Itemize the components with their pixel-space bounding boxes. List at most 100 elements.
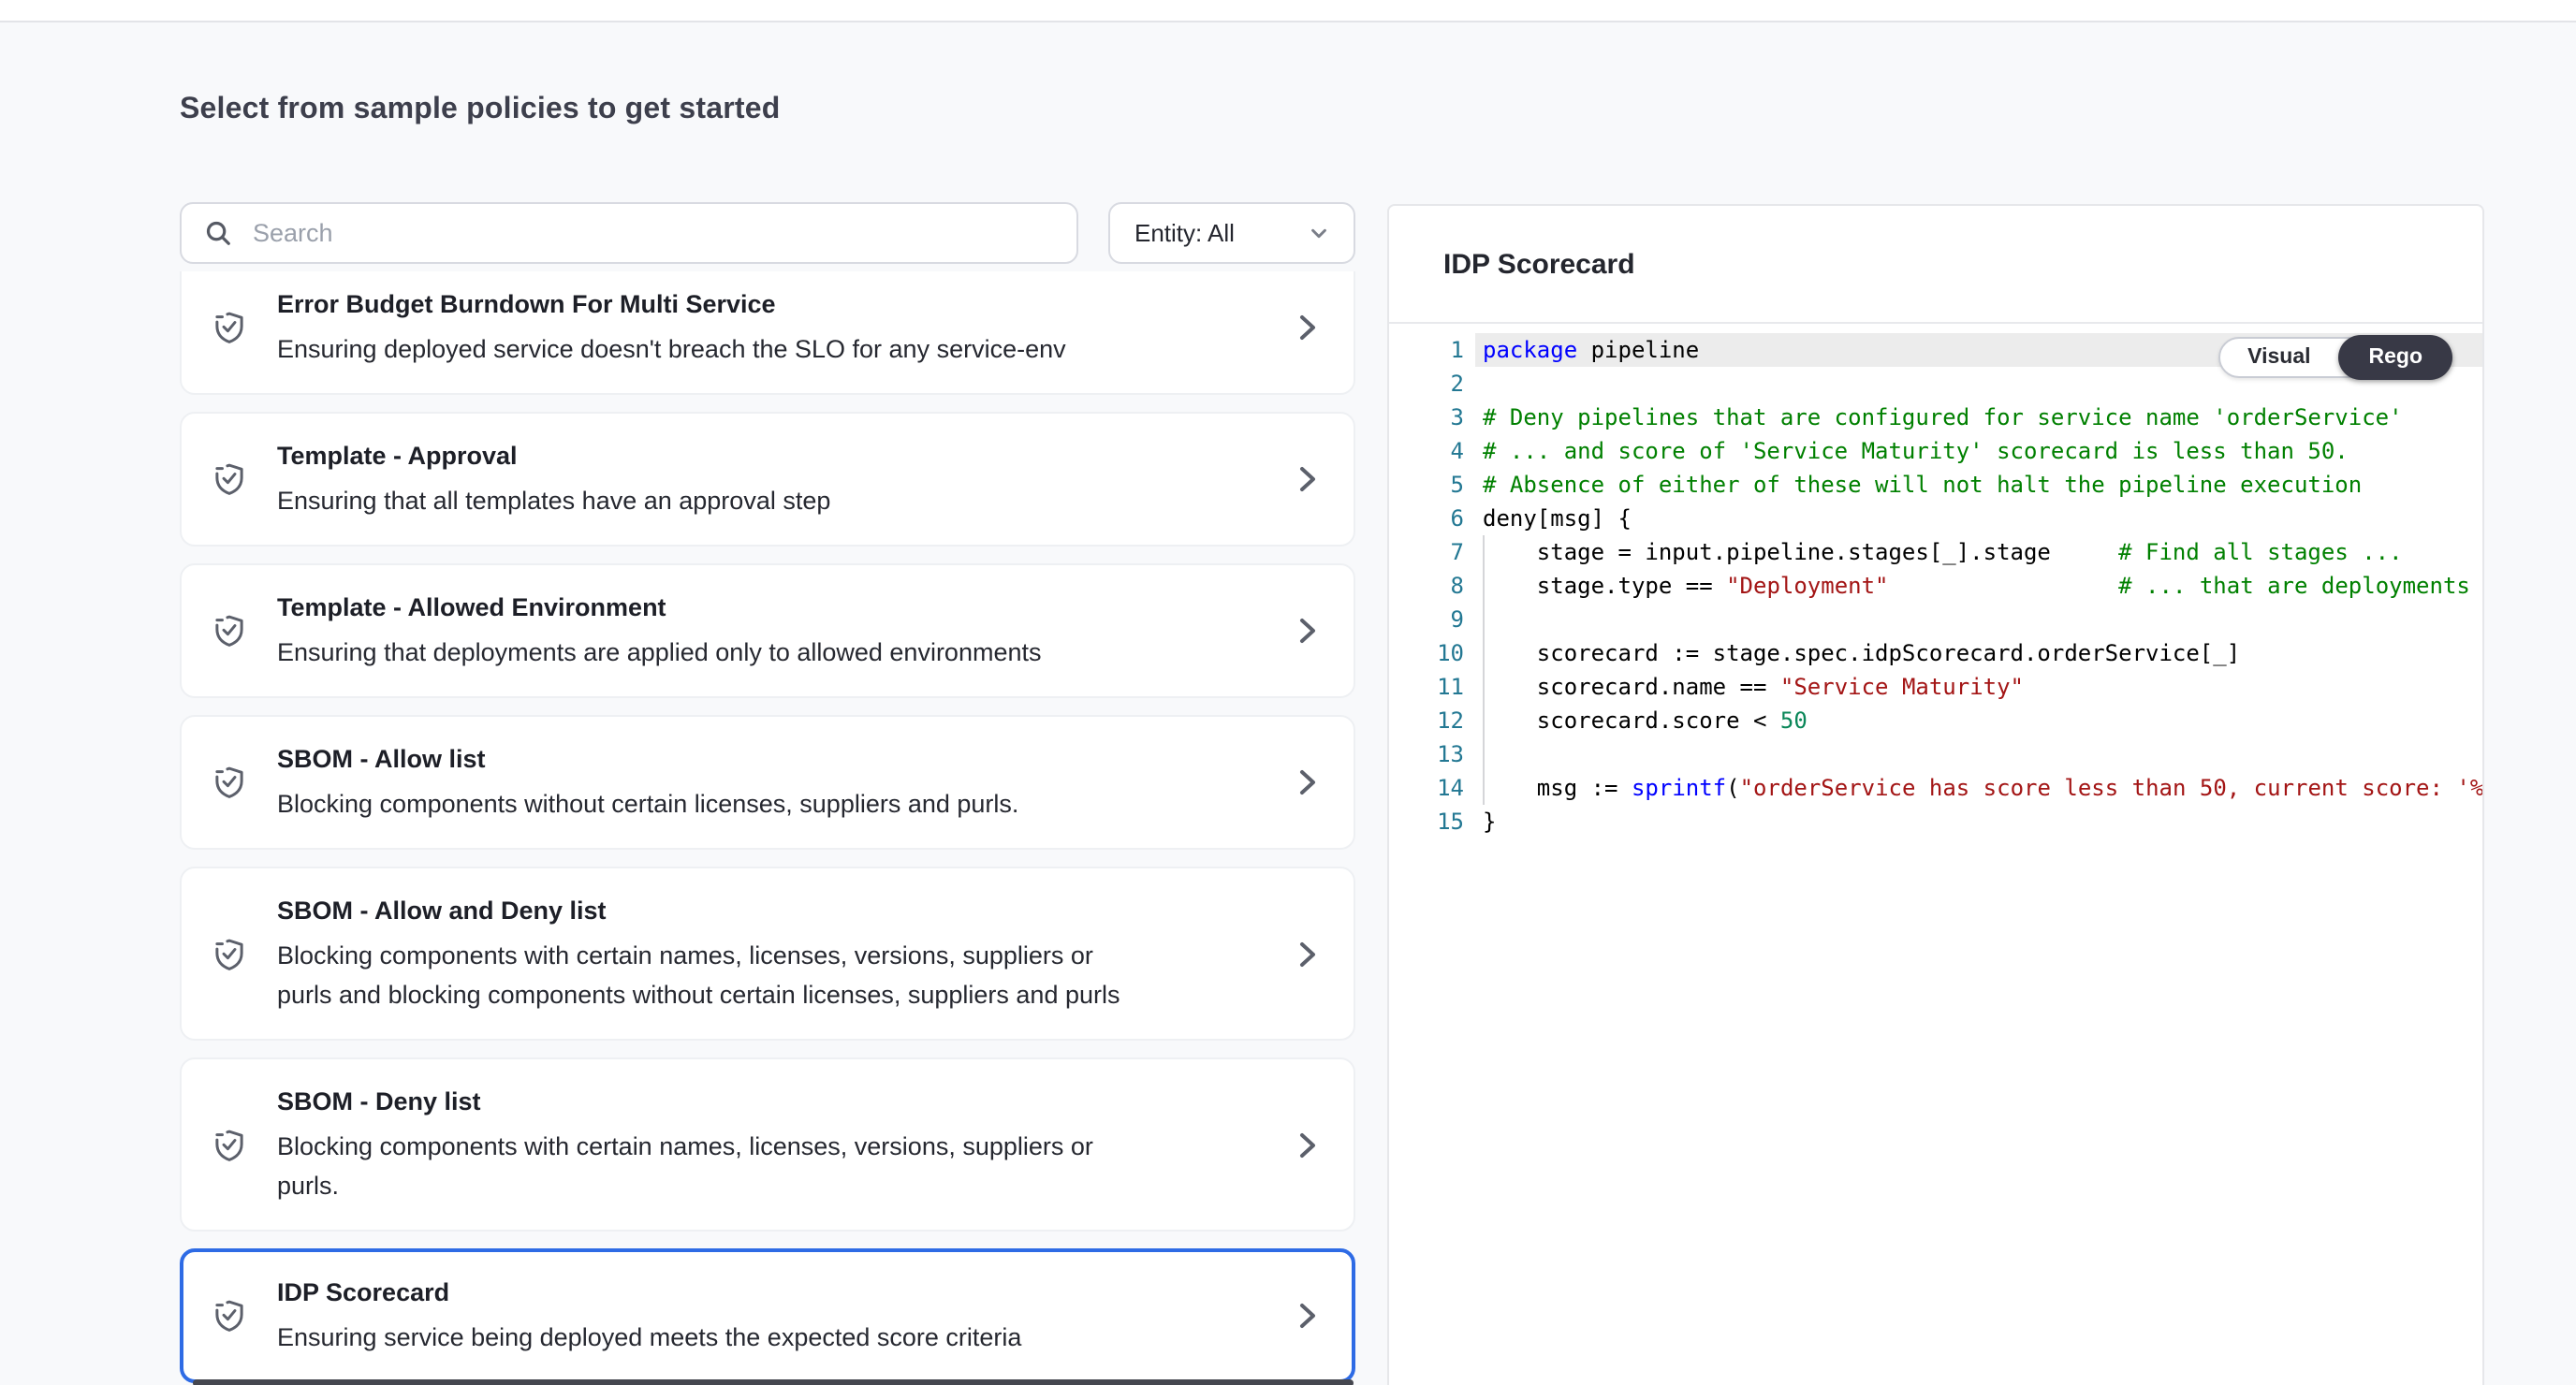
policy-preview-panel: IDP Scorecard Visual Rego 12345678910111… [1387, 204, 2484, 1385]
policy-title: IDP Scorecard [277, 1275, 1021, 1312]
policy-description: Ensuring service being deployed meets th… [277, 1318, 1021, 1357]
policy-description: Ensuring that deployments are applied on… [277, 633, 1042, 672]
search-box [180, 202, 1078, 264]
policy-description: Blocking components with certain names, … [277, 936, 1120, 1014]
code-token: "Service Maturity" [1780, 674, 2024, 700]
policy-description: Ensuring deployed service doesn't breach… [277, 329, 1066, 369]
code-token: # ... that are deployments [2118, 573, 2470, 599]
code-token: "Deployment" [1726, 573, 1888, 599]
policy-title: SBOM - Deny list [277, 1084, 1093, 1121]
code-line[interactable]: } [1483, 805, 2482, 838]
code-token: # Find all stages ... [2118, 539, 2402, 565]
code-token: package [1483, 337, 1577, 363]
code-line[interactable]: stage = input.pipeline.stages[_].stage #… [1483, 535, 2482, 569]
line-number: 9 [1389, 603, 1464, 636]
chevron-right-icon[interactable] [1271, 939, 1320, 969]
code-token: scorecard.name == [1483, 674, 1780, 700]
policy-title: SBOM - Allow and Deny list [277, 893, 1120, 930]
code-token: scorecard.score < [1483, 707, 1780, 734]
line-number: 15 [1389, 805, 1464, 838]
shield-check-icon [210, 933, 249, 974]
code-line[interactable]: deny[msg] { [1483, 502, 2482, 535]
shield-check-icon [210, 1124, 249, 1165]
toggle-visual-button[interactable]: Visual [2219, 346, 2338, 369]
chevron-right-icon[interactable] [1271, 464, 1320, 494]
line-number: 13 [1389, 737, 1464, 771]
code-line[interactable]: stage.type == "Deployment" # ... that ar… [1483, 569, 2482, 603]
line-number: 4 [1389, 434, 1464, 468]
policy-card-text: IDP Scorecard Ensuring service being dep… [277, 1275, 1021, 1357]
code-line[interactable] [1483, 603, 2482, 636]
line-number: 7 [1389, 535, 1464, 569]
code-token: # ... and score of 'Service Maturity' sc… [1483, 438, 2349, 464]
shield-check-icon [210, 610, 249, 651]
code-token: scorecard := stage.spec.idpScorecard.ord… [1483, 640, 2240, 666]
code-token: deny[msg] { [1483, 505, 1632, 532]
policy-title: SBOM - Allow list [277, 741, 1018, 779]
policy-card-text: Template - Approval Ensuring that all te… [277, 438, 830, 520]
code-token [1889, 573, 2119, 599]
shield-check-icon [210, 1295, 249, 1336]
entity-filter-dropdown[interactable]: Entity: All [1108, 202, 1355, 264]
line-number: 5 [1389, 468, 1464, 502]
code-token: msg := [1483, 775, 1632, 801]
line-number: 6 [1389, 502, 1464, 535]
code-lines: package pipeline # Deny pipelines that ar… [1483, 333, 2482, 838]
code-line[interactable]: # Deny pipelines that are configured for… [1483, 401, 2482, 434]
chevron-right-icon[interactable] [1271, 313, 1320, 343]
line-number: 14 [1389, 771, 1464, 805]
policy-list: Error Budget Burndown For Multi Service … [180, 271, 1355, 1385]
policy-card[interactable]: IDP Scorecard Ensuring service being dep… [180, 1248, 1355, 1383]
toggle-rego-button[interactable]: Rego [2339, 335, 2453, 380]
code-view-toggle: Visual Rego [2217, 337, 2452, 378]
code-line[interactable]: scorecard.name == "Service Maturity" [1483, 670, 2482, 704]
code-line[interactable]: msg := sprintf("orderService has score l… [1483, 771, 2482, 805]
code-token: sprintf [1632, 775, 1726, 801]
line-number: 1 [1389, 333, 1464, 367]
list-scrollbar-thumb[interactable] [193, 1379, 1354, 1385]
policy-card-text: SBOM - Allow list Blocking components wi… [277, 741, 1018, 824]
policy-card[interactable]: SBOM - Allow list Blocking components wi… [180, 715, 1355, 850]
chevron-right-icon[interactable] [1271, 767, 1320, 797]
chevron-right-icon[interactable] [1271, 1301, 1320, 1331]
search-input[interactable] [249, 217, 1054, 249]
code-token: 50 [1780, 707, 1808, 734]
entity-filter-label: Entity: All [1134, 219, 1235, 247]
policy-title: Error Budget Burndown For Multi Service [277, 286, 1066, 324]
policy-card-text: Template - Allowed Environment Ensuring … [277, 590, 1042, 672]
policy-card[interactable]: Template - Approval Ensuring that all te… [180, 412, 1355, 547]
code-line[interactable]: scorecard := stage.spec.idpScorecard.ord… [1483, 636, 2482, 670]
code-token: } [1483, 809, 1496, 835]
chevron-down-icon [1309, 223, 1329, 243]
line-number: 11 [1389, 670, 1464, 704]
code-line[interactable]: # Absence of either of these will not ha… [1483, 468, 2482, 502]
code-token: stage.type == [1483, 573, 1726, 599]
search-icon [204, 219, 232, 247]
shield-check-icon [210, 459, 249, 500]
code-token: ( [1726, 775, 1739, 801]
chevron-right-icon[interactable] [1271, 1130, 1320, 1159]
line-number: 10 [1389, 636, 1464, 670]
policy-card-text: SBOM - Allow and Deny list Blocking comp… [277, 893, 1120, 1014]
policy-description: Blocking components without certain lice… [277, 784, 1018, 824]
top-header-strip [0, 0, 2576, 22]
line-number: 2 [1389, 367, 1464, 401]
shield-check-icon [210, 307, 249, 348]
code-token: pipeline [1577, 337, 1699, 363]
code-line[interactable] [1483, 737, 2482, 771]
line-number: 3 [1389, 401, 1464, 434]
policy-card[interactable]: Template - Allowed Environment Ensuring … [180, 563, 1355, 698]
code-line[interactable]: # ... and score of 'Service Maturity' sc… [1483, 434, 2482, 468]
code-line[interactable]: scorecard.score < 50 [1483, 704, 2482, 737]
toolbar: Entity: All [180, 202, 1355, 264]
code-token: "orderService has score less than 50, cu… [1740, 775, 2482, 801]
line-number: 8 [1389, 569, 1464, 603]
policy-card[interactable]: SBOM - Deny list Blocking components wit… [180, 1057, 1355, 1232]
line-number: 12 [1389, 704, 1464, 737]
page-title: Select from sample policies to get start… [180, 94, 781, 127]
chevron-right-icon[interactable] [1271, 616, 1320, 646]
policy-card[interactable]: SBOM - Allow and Deny list Blocking comp… [180, 867, 1355, 1041]
policy-card[interactable]: Error Budget Burndown For Multi Service … [180, 271, 1355, 395]
shield-check-icon [210, 762, 249, 803]
code-editor[interactable]: 123456789101112131415 package pipeline# … [1389, 333, 2482, 1385]
